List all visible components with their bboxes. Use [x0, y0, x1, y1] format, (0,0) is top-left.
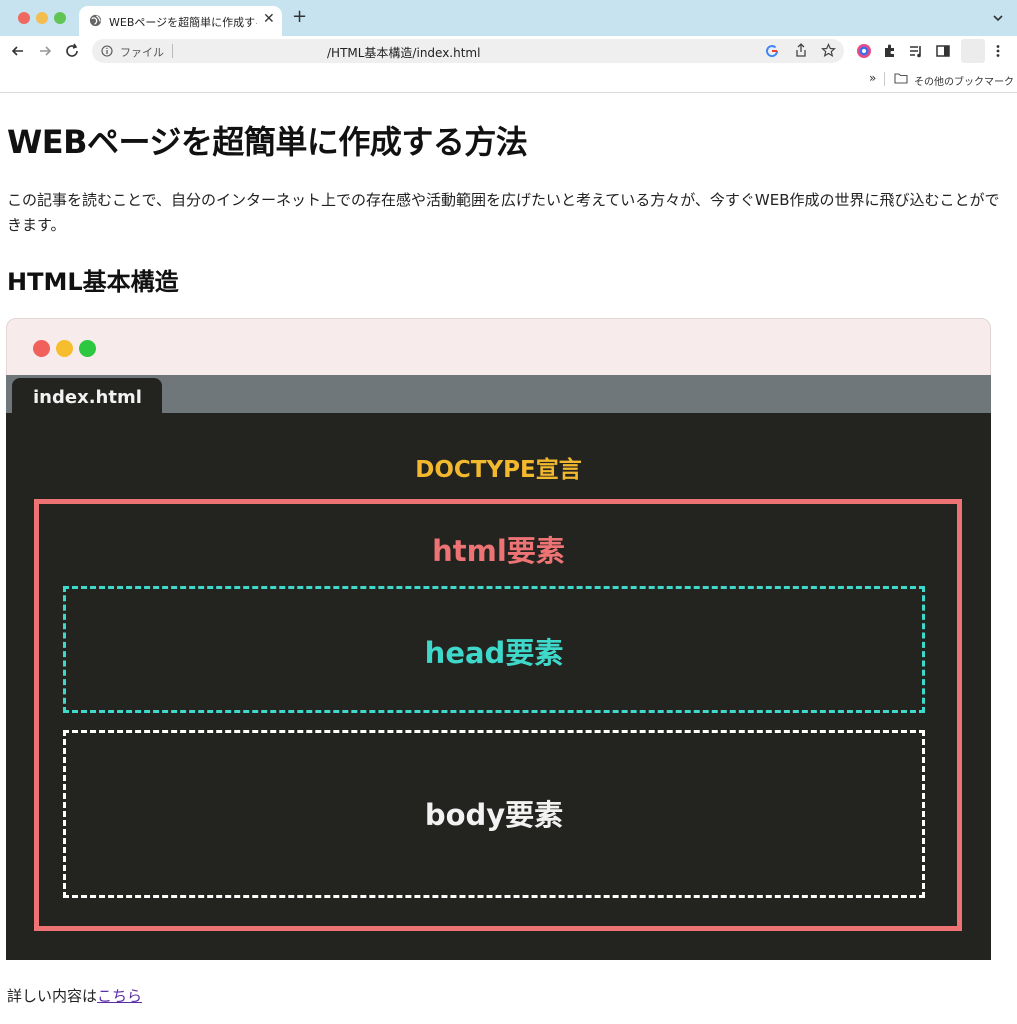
color-extension-icon[interactable]	[856, 43, 872, 59]
omnibox-file-label: ファイル	[120, 46, 164, 59]
profile-avatar[interactable]	[961, 39, 985, 63]
body-element-label: body要素	[424, 798, 564, 832]
url-text[interactable]: /HTML基本構造/index.html	[327, 44, 480, 61]
new-tab-button[interactable]: +	[292, 8, 307, 26]
bookmark-star-icon[interactable]	[821, 43, 836, 58]
google-lens-icon[interactable]	[765, 44, 779, 58]
forward-arrow-icon[interactable]	[36, 42, 54, 60]
footer-text: 詳しい内容はこちら	[7, 985, 142, 1006]
bookmarks-divider	[884, 72, 885, 86]
side-panel-icon[interactable]	[935, 43, 951, 59]
chevron-down-icon[interactable]	[992, 12, 1004, 24]
window-minimize-button[interactable]	[36, 12, 48, 24]
omnibox-divider	[172, 44, 173, 58]
footer-prefix: 詳しい内容は	[7, 987, 98, 1005]
folder-icon	[894, 73, 908, 84]
bookmarks-overflow-button[interactable]: »	[869, 71, 876, 85]
share-icon[interactable]	[794, 43, 808, 58]
bookmarks-bar: » その他のブックマーク	[0, 67, 1017, 93]
browser-toolbar: ファイル /HTML基本構造/index.html	[0, 36, 1017, 67]
diagram-green-dot	[79, 340, 96, 357]
page-title: WEBページを超簡単に作成する方法	[7, 123, 528, 161]
file-tab-label: index.html	[33, 387, 142, 408]
back-arrow-icon[interactable]	[9, 42, 27, 60]
html-element-label: html要素	[432, 534, 565, 568]
html-structure-diagram: index.html DOCTYPE宣言 html要素 head要素 body要…	[6, 318, 991, 960]
window-maximize-button[interactable]	[54, 12, 66, 24]
globe-icon	[89, 14, 102, 27]
diagram-yellow-dot	[56, 340, 73, 357]
diagram-red-dot	[33, 340, 50, 357]
window-close-button[interactable]	[18, 12, 30, 24]
tab-close-icon[interactable]: ✕	[263, 11, 275, 27]
kebab-menu-icon[interactable]	[993, 44, 1003, 58]
intro-paragraph: この記事を読むことで、自分のインターネット上での存在感や活動範囲を広げたいと考え…	[7, 191, 1000, 234]
browser-tab[interactable]: WEBページを超簡単に作成する方法 ✕	[79, 6, 282, 36]
other-bookmarks-label[interactable]: その他のブックマーク	[914, 73, 1014, 88]
info-icon[interactable]	[101, 45, 113, 57]
diagram-file-tab: index.html	[12, 378, 162, 414]
head-element-label: head要素	[424, 636, 564, 670]
reload-icon[interactable]	[63, 42, 81, 60]
address-bar[interactable]: ファイル /HTML基本構造/index.html	[92, 39, 844, 63]
doctype-label: DOCTYPE宣言	[415, 457, 582, 483]
browser-tabstrip: WEBページを超簡単に作成する方法 ✕ +	[0, 0, 1017, 36]
section-heading: HTML基本構造	[7, 268, 179, 296]
details-link[interactable]: こちら	[97, 987, 142, 1005]
extensions-puzzle-icon[interactable]	[882, 43, 898, 59]
tab-title: WEBページを超簡単に作成する方法	[109, 16, 257, 29]
diagram-window-titlebar	[6, 318, 991, 376]
reading-list-icon[interactable]	[908, 43, 924, 59]
